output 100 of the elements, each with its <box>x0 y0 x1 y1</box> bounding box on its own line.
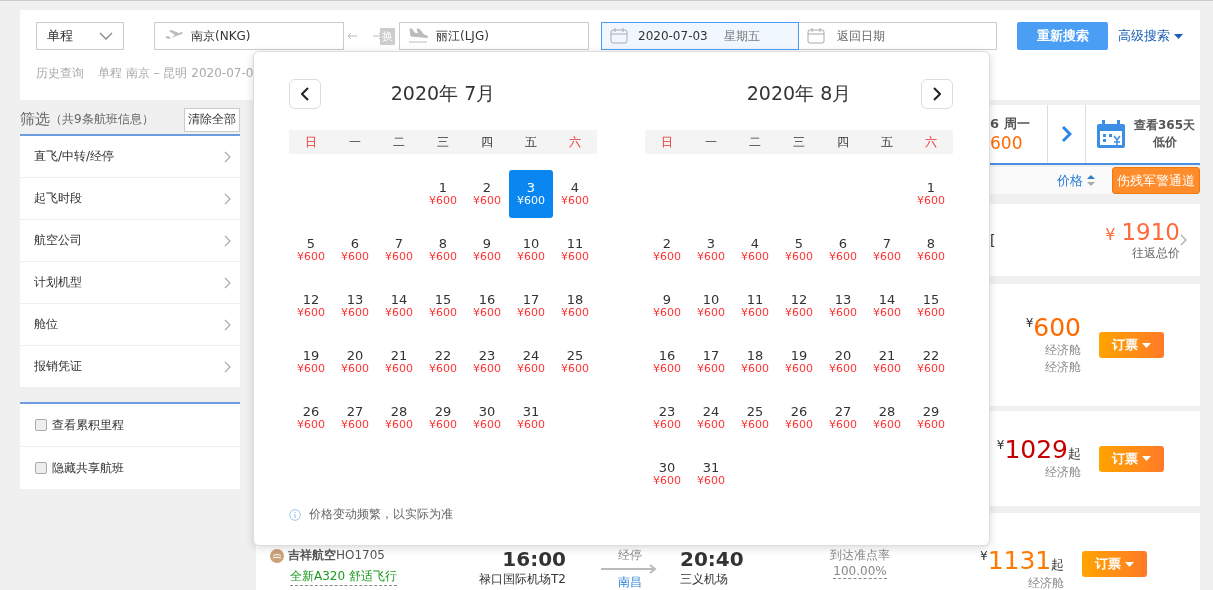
weekday-label: 三 <box>436 133 450 151</box>
result-count: （共9条航班信息） <box>50 111 154 128</box>
calendar-day[interactable]: 31 ¥600 <box>509 394 553 442</box>
filter-option[interactable]: 查看累积里程 <box>20 404 240 447</box>
destination-field[interactable]: 丽江(LJG) <box>399 22 589 50</box>
calendar-day[interactable]: 26 ¥600 <box>777 394 821 442</box>
filter-item[interactable]: 直飞/中转/经停 <box>20 136 240 178</box>
calendar-day[interactable]: 9 ¥600 <box>645 282 689 330</box>
currency-symbol: ¥ <box>1025 316 1034 331</box>
calendar-day[interactable]: 23 ¥600 <box>645 394 689 442</box>
clear-all-button[interactable]: 清除全部 <box>184 107 240 132</box>
calendar-day[interactable]: 31 ¥600 <box>689 450 733 498</box>
calendar-day[interactable]: 1 ¥600 <box>421 170 465 218</box>
calendar-day[interactable]: 7 ¥600 <box>865 226 909 274</box>
calendar-day[interactable]: 17 ¥600 <box>509 282 553 330</box>
depart-date-field[interactable]: 2020-07-03 星期五 <box>601 22 799 50</box>
calendar-day[interactable]: 11 ¥600 <box>733 282 777 330</box>
calendar-day[interactable]: 10 ¥600 <box>509 226 553 274</box>
calendar-day[interactable]: 14 ¥600 <box>865 282 909 330</box>
calendar-day[interactable]: 29 ¥600 <box>909 394 953 442</box>
calendar-day[interactable]: 28 ¥600 <box>865 394 909 442</box>
calendar-day[interactable]: 3 ¥600 <box>689 226 733 274</box>
calendar-day[interactable]: 25 ¥600 <box>553 338 597 386</box>
calendar-day[interactable]: 16 ¥600 <box>465 282 509 330</box>
dropdown-triangle-icon <box>1174 33 1183 39</box>
calendar-day[interactable]: 19 ¥600 <box>777 338 821 386</box>
calendar-day[interactable]: 20 ¥600 <box>821 338 865 386</box>
checkbox[interactable] <box>35 419 47 431</box>
calendar-day[interactable]: 15 ¥600 <box>421 282 465 330</box>
calendar-day[interactable]: 2 ¥600 <box>645 226 689 274</box>
calendar-day[interactable]: 27 ¥600 <box>333 394 377 442</box>
calendar-day[interactable]: 4 ¥600 <box>733 226 777 274</box>
calendar-price-icon <box>1096 119 1126 149</box>
low-price-calendar-link[interactable]: 查看365天 <box>1134 117 1196 134</box>
calendar-day[interactable]: 23 ¥600 <box>465 338 509 386</box>
calendar-day[interactable]: 20 ¥600 <box>333 338 377 386</box>
calendar-day[interactable]: 11 ¥600 <box>553 226 597 274</box>
next-month-button[interactable] <box>921 79 953 109</box>
calendar-day[interactable]: 2 ¥600 <box>465 170 509 218</box>
calendar-day[interactable]: 13 ¥600 <box>821 282 865 330</box>
calendar-day[interactable]: 13 ¥600 <box>333 282 377 330</box>
calendar-day[interactable]: 8 ¥600 <box>421 226 465 274</box>
currency-symbol: ¥ <box>996 438 1005 453</box>
calendar-day[interactable]: 24 ¥600 <box>509 338 553 386</box>
calendar-day[interactable]: 30 ¥600 <box>645 450 689 498</box>
stop-city-link[interactable]: 南昌 <box>618 574 642 590</box>
price-suffix: 起 <box>1068 446 1081 464</box>
calendar-day[interactable]: 27 ¥600 <box>821 394 865 442</box>
calendar-day[interactable]: 22 ¥600 <box>909 338 953 386</box>
calendar-day[interactable]: 24 ¥600 <box>689 394 733 442</box>
calendar-day[interactable]: 3 ¥600 <box>509 170 553 218</box>
calendar-day[interactable]: 5 ¥600 <box>777 226 821 274</box>
calendar-day[interactable]: 29 ¥600 <box>421 394 465 442</box>
calendar-day[interactable]: 22 ¥600 <box>421 338 465 386</box>
filter-item[interactable]: 计划机型 <box>20 262 240 304</box>
calendar-day[interactable]: 6 ¥600 <box>821 226 865 274</box>
low-price-calendar-link[interactable]: 低价 <box>1152 134 1177 151</box>
checkbox[interactable] <box>35 462 47 474</box>
filter-item[interactable]: 报销凭证 <box>20 346 240 388</box>
calendar-day[interactable]: 17 ¥600 <box>689 338 733 386</box>
calendar-day[interactable]: 18 ¥600 <box>553 282 597 330</box>
calendar-day[interactable]: 21 ¥600 <box>865 338 909 386</box>
trip-type-select[interactable]: 单程 <box>36 22 124 50</box>
calendar-day[interactable]: 15 ¥600 <box>909 282 953 330</box>
chevron-right-icon[interactable] <box>1061 125 1072 143</box>
calendar-day[interactable]: 6 ¥600 <box>333 226 377 274</box>
dropdown-triangle-icon <box>1125 561 1135 567</box>
filter-item[interactable]: 起飞时段 <box>20 178 240 220</box>
calendar-day[interactable]: 18 ¥600 <box>733 338 777 386</box>
calendar-day[interactable]: 5 ¥600 <box>289 226 333 274</box>
advanced-search-link[interactable]: 高级搜索 <box>1118 27 1170 45</box>
origin-field[interactable]: 南京(NKG) <box>154 22 344 50</box>
calendar-day[interactable]: 9 ¥600 <box>465 226 509 274</box>
calendar-day[interactable]: 1 ¥600 <box>909 170 953 218</box>
calendar-day[interactable]: 12 ¥600 <box>289 282 333 330</box>
date-tab-label[interactable]: 6 周一 <box>990 115 1047 133</box>
calendar-day[interactable]: 25 ¥600 <box>733 394 777 442</box>
calendar-day[interactable]: 30 ¥600 <box>465 394 509 442</box>
calendar-day[interactable]: 28 ¥600 <box>377 394 421 442</box>
calendar-day[interactable]: 7 ¥600 <box>377 226 421 274</box>
previous-month-button[interactable] <box>289 79 321 109</box>
currency-symbol: ¥ <box>1105 224 1116 244</box>
return-date-input[interactable]: 返回日期 <box>835 28 979 44</box>
calendar-day[interactable]: 12 ¥600 <box>777 282 821 330</box>
calendar-day[interactable]: 16 ¥600 <box>645 338 689 386</box>
filter-option[interactable]: 隐藏共享航班 <box>20 447 240 489</box>
calendar-day[interactable]: 10 ¥600 <box>689 282 733 330</box>
filter-item[interactable]: 航空公司 <box>20 220 240 262</box>
promo-link[interactable]: 全新A320 舒适飞行 <box>290 568 397 586</box>
weekday-label: 六 <box>924 133 938 151</box>
calendar-day[interactable]: 14 ¥600 <box>377 282 421 330</box>
return-date-field[interactable]: 返回日期 <box>799 22 997 50</box>
chevron-right-icon[interactable] <box>1180 234 1187 246</box>
calendar-day[interactable]: 8 ¥600 <box>909 226 953 274</box>
calendar-day[interactable]: 21 ¥600 <box>377 338 421 386</box>
calendar-day[interactable]: 4 ¥600 <box>553 170 597 218</box>
price-sort[interactable]: 价格 <box>1057 171 1095 190</box>
filter-item[interactable]: 舱位 <box>20 304 240 346</box>
calendar-day[interactable]: 19 ¥600 <box>289 338 333 386</box>
calendar-day[interactable]: 26 ¥600 <box>289 394 333 442</box>
